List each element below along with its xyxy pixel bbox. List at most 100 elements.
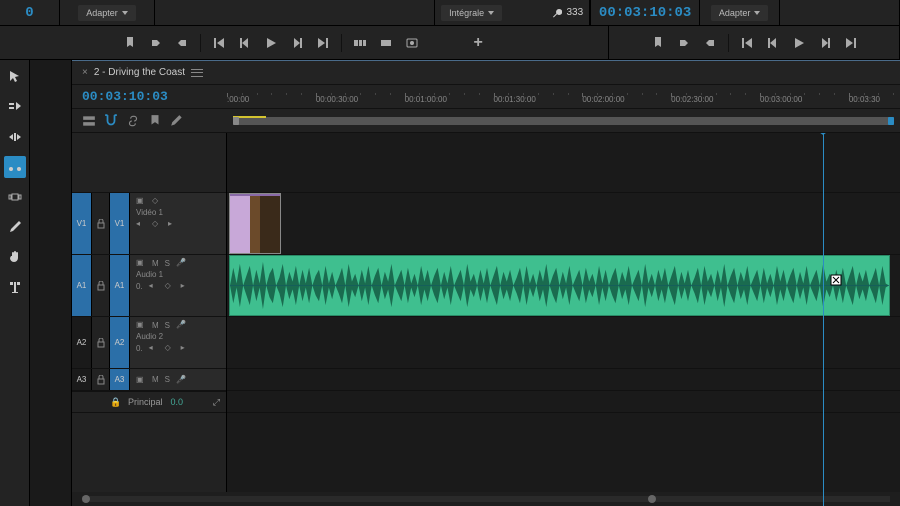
- track-name-a2[interactable]: Audio 2: [136, 332, 163, 341]
- track-target-a3[interactable]: A3: [110, 369, 130, 390]
- source-patch-a2[interactable]: A2: [72, 317, 92, 368]
- audio-clip[interactable]: [229, 255, 890, 316]
- go-to-in-icon[interactable]: [739, 35, 755, 51]
- track-volume-a1[interactable]: 0.: [136, 282, 143, 291]
- solo-toggle-a1[interactable]: S: [165, 259, 170, 268]
- timeline-zoom-bar[interactable]: [227, 109, 900, 132]
- insert-icon[interactable]: [352, 35, 368, 51]
- lock-toggle-v1[interactable]: [92, 193, 110, 254]
- export-frame-icon[interactable]: [404, 35, 420, 51]
- type-tool[interactable]: [4, 276, 26, 298]
- selection-tool[interactable]: [4, 66, 26, 88]
- lock-toggle-a2[interactable]: [92, 317, 110, 368]
- track-target-a1[interactable]: A1: [110, 255, 130, 316]
- marker-settings-icon[interactable]: [148, 114, 162, 128]
- go-to-out-icon[interactable]: [315, 35, 331, 51]
- track-lane-v1[interactable]: [227, 193, 900, 255]
- mute-toggle-a1[interactable]: M: [152, 259, 159, 268]
- track-lane-a3[interactable]: [227, 369, 900, 391]
- toggle-output-icon[interactable]: ▣: [136, 375, 146, 385]
- scroll-handle-right[interactable]: [648, 495, 656, 503]
- slip-tool[interactable]: [4, 186, 26, 208]
- play-icon[interactable]: [263, 35, 279, 51]
- razor-tool[interactable]: [4, 156, 26, 178]
- keyframe-next-icon[interactable]: ▸: [168, 219, 178, 229]
- keyframe-next-icon[interactable]: ▸: [181, 343, 191, 353]
- source-patch-v1[interactable]: V1: [72, 193, 92, 254]
- wrench-icon[interactable]: [552, 8, 562, 18]
- keyframe-add-icon[interactable]: ◇: [165, 281, 175, 291]
- toggle-output-icon[interactable]: ▣: [136, 196, 146, 206]
- track-target-a2[interactable]: A2: [110, 317, 130, 368]
- source-patch-a3[interactable]: A3: [72, 369, 92, 390]
- hand-tool[interactable]: [4, 246, 26, 268]
- solo-toggle-a2[interactable]: S: [165, 321, 170, 330]
- solo-toggle-a3[interactable]: S: [165, 375, 170, 384]
- track-target-v1[interactable]: V1: [110, 193, 130, 254]
- toggle-output-icon[interactable]: ▣: [136, 258, 146, 268]
- sync-lock-icon[interactable]: ◇: [152, 196, 162, 206]
- lock-toggle-a1[interactable]: [92, 255, 110, 316]
- in-point-icon[interactable]: [676, 35, 692, 51]
- keyframe-add-icon[interactable]: ◇: [165, 343, 175, 353]
- track-lane-master[interactable]: [227, 391, 900, 413]
- in-point-icon[interactable]: [148, 35, 164, 51]
- track-name-a1[interactable]: Audio 1: [136, 270, 163, 279]
- zoom-track[interactable]: [233, 117, 894, 125]
- master-track-volume[interactable]: 0.0: [171, 397, 184, 407]
- video-clip[interactable]: [229, 193, 281, 254]
- linked-selection-icon[interactable]: [126, 114, 140, 128]
- playhead[interactable]: [823, 133, 824, 506]
- track-name-v1[interactable]: Vidéo 1: [136, 208, 163, 217]
- step-forward-icon[interactable]: [817, 35, 833, 51]
- zoom-handle-left[interactable]: [233, 117, 239, 125]
- out-point-icon[interactable]: [702, 35, 718, 51]
- step-back-icon[interactable]: [237, 35, 253, 51]
- zoom-dropdown-left[interactable]: Adapter: [78, 5, 136, 21]
- panel-menu-icon[interactable]: [191, 69, 203, 77]
- source-patch-a1[interactable]: A1: [72, 255, 92, 316]
- play-icon[interactable]: [791, 35, 807, 51]
- scroll-handle-left[interactable]: [82, 495, 90, 503]
- nest-icon[interactable]: [82, 114, 96, 128]
- sequence-tab[interactable]: × 2 - Driving the Coast: [72, 61, 213, 84]
- keyframe-add-icon[interactable]: ◇: [152, 219, 162, 229]
- mute-toggle-a2[interactable]: M: [152, 321, 159, 330]
- keyframe-prev-icon[interactable]: ◂: [149, 343, 159, 353]
- keyframe-next-icon[interactable]: ▸: [181, 281, 191, 291]
- settings-icon[interactable]: [170, 114, 184, 128]
- sequence-timecode[interactable]: 00:03:10:03: [82, 89, 168, 104]
- marker-icon[interactable]: [650, 35, 666, 51]
- overwrite-icon[interactable]: [378, 35, 394, 51]
- pen-tool[interactable]: [4, 216, 26, 238]
- track-select-tool[interactable]: [4, 96, 26, 118]
- mute-toggle-a3[interactable]: M: [152, 375, 159, 384]
- expand-icon[interactable]: ⤢: [213, 397, 220, 408]
- step-forward-icon[interactable]: [289, 35, 305, 51]
- resolution-dropdown[interactable]: Intégrale: [441, 5, 502, 21]
- track-lane-a2[interactable]: [227, 317, 900, 369]
- go-to-out-icon[interactable]: [843, 35, 859, 51]
- keyframe-prev-icon[interactable]: ◂: [136, 219, 146, 229]
- out-point-icon[interactable]: [174, 35, 190, 51]
- horizontal-scrollbar[interactable]: [82, 496, 890, 502]
- left-timecode[interactable]: 0: [25, 5, 33, 21]
- toggle-output-icon[interactable]: ▣: [136, 320, 146, 330]
- zoom-dropdown-right[interactable]: Adapter: [711, 5, 769, 21]
- lock-icon[interactable]: 🔒: [110, 397, 120, 408]
- program-timecode[interactable]: 00:03:10:03: [599, 5, 691, 21]
- track-lane-a1[interactable]: [227, 255, 900, 317]
- track-volume-a2[interactable]: 0.: [136, 344, 143, 353]
- step-back-icon[interactable]: [765, 35, 781, 51]
- voice-over-icon[interactable]: 🎤: [176, 258, 186, 268]
- lock-toggle-a3[interactable]: [92, 369, 110, 390]
- snap-icon[interactable]: [104, 114, 118, 128]
- marker-icon[interactable]: [122, 35, 138, 51]
- zoom-handle-right[interactable]: [888, 117, 894, 125]
- ripple-edit-tool[interactable]: [4, 126, 26, 148]
- clips-area[interactable]: [227, 133, 900, 506]
- time-ruler[interactable]: :00:0000:00:30:0000:01:00:0000:01:30:000…: [227, 85, 900, 108]
- voice-over-icon[interactable]: 🎤: [176, 320, 186, 330]
- go-to-in-icon[interactable]: [211, 35, 227, 51]
- keyframe-prev-icon[interactable]: ◂: [149, 281, 159, 291]
